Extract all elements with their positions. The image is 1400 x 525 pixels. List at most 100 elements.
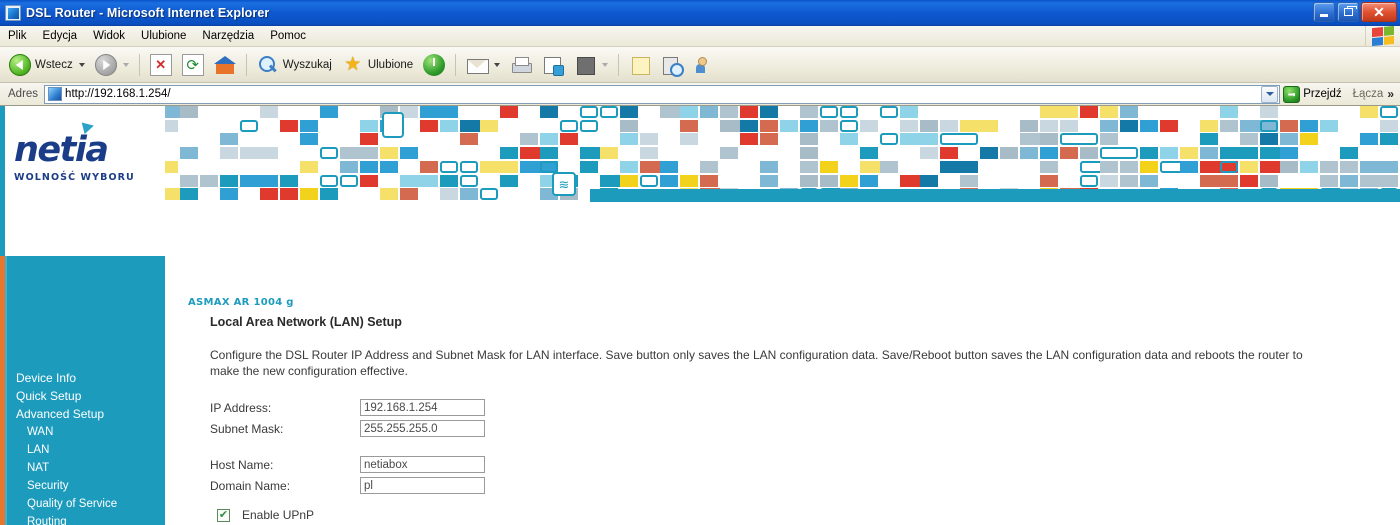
edit-page-icon [542, 54, 565, 76]
go-arrow-icon [1283, 85, 1301, 103]
address-bar: Adres http://192.168.1.254/ Przejdź Łącz… [0, 83, 1400, 106]
menu-plik[interactable]: Plik [0, 29, 35, 43]
toolbar-divider-2 [245, 53, 247, 76]
history-button[interactable] [418, 52, 450, 78]
address-dropdown-button[interactable] [1261, 85, 1279, 103]
search-button[interactable]: Wyszukaj [252, 52, 337, 78]
phone-icon [382, 112, 404, 138]
form-row: Domain Name: [210, 475, 1400, 496]
menu-bar: Plik Edycja Widok Ulubione Narzędzia Pom… [0, 25, 1400, 47]
toolbar-divider-3 [455, 53, 457, 76]
window-title: DSL Router - Microsoft Internet Explorer [26, 6, 270, 20]
back-button[interactable]: Wstecz [4, 52, 90, 78]
print-button[interactable] [505, 52, 537, 78]
option-label-enable-upnp: Enable UPnP [242, 508, 315, 522]
restore-button[interactable] [1337, 2, 1359, 22]
form-row: Subnet Mask: [210, 418, 1400, 439]
windows-flag-icon [1372, 25, 1394, 47]
note-icon [629, 54, 651, 76]
back-button-label: Wstecz [35, 58, 73, 71]
toolbar-divider-4 [618, 53, 620, 76]
form-row: IP Address: [210, 397, 1400, 418]
form-gap [210, 439, 1400, 454]
back-arrow-icon [9, 53, 31, 76]
sidebar-item-routing[interactable]: Routing [0, 513, 165, 525]
go-button-label: Przejdź [1303, 88, 1342, 100]
page-viewport: ≋ ASMAX AR 1004 g netia WOLNOŚĆ WYBORU @… [0, 106, 1400, 525]
window-controls: ✕ [1313, 2, 1397, 22]
minimize-button[interactable] [1313, 2, 1335, 22]
back-dropdown-icon[interactable] [78, 62, 85, 67]
forward-button[interactable] [90, 52, 134, 78]
stop-button[interactable] [145, 52, 177, 78]
sidebar-item-security[interactable]: Security [0, 477, 165, 495]
option-gap [210, 496, 1400, 505]
wifi-icon: ≋ [552, 172, 576, 196]
menu-edycja[interactable]: Edycja [35, 29, 86, 43]
ie-window-icon [5, 5, 21, 21]
messenger-button[interactable] [569, 52, 613, 78]
favorites-button[interactable]: ★ Ulubione [337, 52, 418, 78]
stop-icon [149, 53, 172, 76]
router-model-label: ASMAX AR 1004 g [188, 297, 294, 308]
menu-ulubione[interactable]: Ulubione [133, 29, 194, 43]
menu-narzedzia[interactable]: Narzędzia [194, 29, 262, 43]
sidebar-menu: Device Info Quick Setup Advanced Setup WAN L… [0, 369, 165, 525]
sidebar-item-wan[interactable]: WAN [0, 423, 165, 441]
printer-icon [510, 54, 533, 76]
sidebar-item-quick-setup[interactable]: Quick Setup [0, 387, 165, 405]
home-icon [213, 54, 236, 76]
banner-teal-bar [590, 189, 1400, 202]
history-icon [423, 53, 446, 76]
main-content: Local Area Network (LAN) Setup Configure… [165, 311, 1400, 525]
forward-dropdown-icon[interactable] [122, 62, 129, 67]
field-label-domainname: Domain Name: [210, 478, 291, 493]
sidebar-item-advanced-setup[interactable]: Advanced Setup [0, 405, 165, 423]
field-input-ipaddress[interactable] [360, 399, 485, 416]
toolbar-divider-1 [138, 53, 140, 76]
go-button[interactable]: Przejdź [1280, 85, 1348, 103]
star-icon: ★ [344, 53, 362, 75]
sidebar-item-lan[interactable]: LAN [0, 441, 165, 459]
netia-logo-text: netia [14, 130, 109, 170]
close-button[interactable]: ✕ [1361, 2, 1397, 22]
window-titlebar: DSL Router - Microsoft Internet Explorer… [0, 0, 1400, 26]
address-input[interactable]: http://192.168.1.254/ [44, 84, 1281, 104]
messenger-icon [574, 54, 596, 76]
refresh-icon [181, 53, 204, 76]
forward-arrow-icon [94, 53, 117, 76]
links-chevron-icon[interactable]: » [1387, 87, 1398, 101]
people-icon [693, 54, 715, 76]
field-label-ipaddress: IP Address: [210, 400, 272, 415]
links-label[interactable]: Łącza [1349, 88, 1388, 100]
search-button-label: Wyszukaj [282, 58, 332, 71]
research-icon [661, 54, 685, 77]
edit-button[interactable] [537, 52, 569, 78]
menu-pomoc[interactable]: Pomoc [262, 29, 314, 43]
brand-left-stripe [0, 106, 5, 256]
option-row[interactable]: Enable UPnP [210, 505, 1400, 525]
notes-button[interactable] [624, 52, 656, 78]
messenger-dropdown-icon[interactable] [602, 62, 609, 67]
address-value: http://192.168.1.254/ [65, 88, 171, 100]
sidebar-item-device-info[interactable]: Device Info [0, 369, 165, 387]
field-input-hostname[interactable] [360, 456, 485, 473]
mail-dropdown-icon[interactable] [494, 62, 501, 67]
sidebar-item-nat[interactable]: NAT [0, 459, 165, 477]
search-icon [257, 54, 279, 76]
field-input-subnetmask[interactable] [360, 420, 485, 437]
people-button[interactable] [688, 52, 720, 78]
sidebar-item-quality-of-service[interactable]: Quality of Service [0, 495, 165, 513]
field-input-domainname[interactable] [360, 477, 485, 494]
favorites-button-label: Ulubione [367, 58, 414, 71]
netia-logo: netia WOLNOŚĆ WYBORU [14, 119, 135, 183]
mail-button[interactable] [461, 52, 505, 78]
checkbox-enable-upnp[interactable] [217, 508, 230, 522]
netia-tagline: WOLNOŚĆ WYBORU [14, 172, 135, 183]
menu-widok[interactable]: Widok [85, 29, 133, 43]
navigation-sidebar: Device Info Quick Setup Advanced Setup WAN L… [0, 256, 165, 525]
refresh-button[interactable] [177, 52, 209, 78]
home-button[interactable] [209, 52, 241, 78]
research-button[interactable] [656, 52, 688, 78]
page-title: Local Area Network (LAN) Setup [210, 315, 402, 329]
